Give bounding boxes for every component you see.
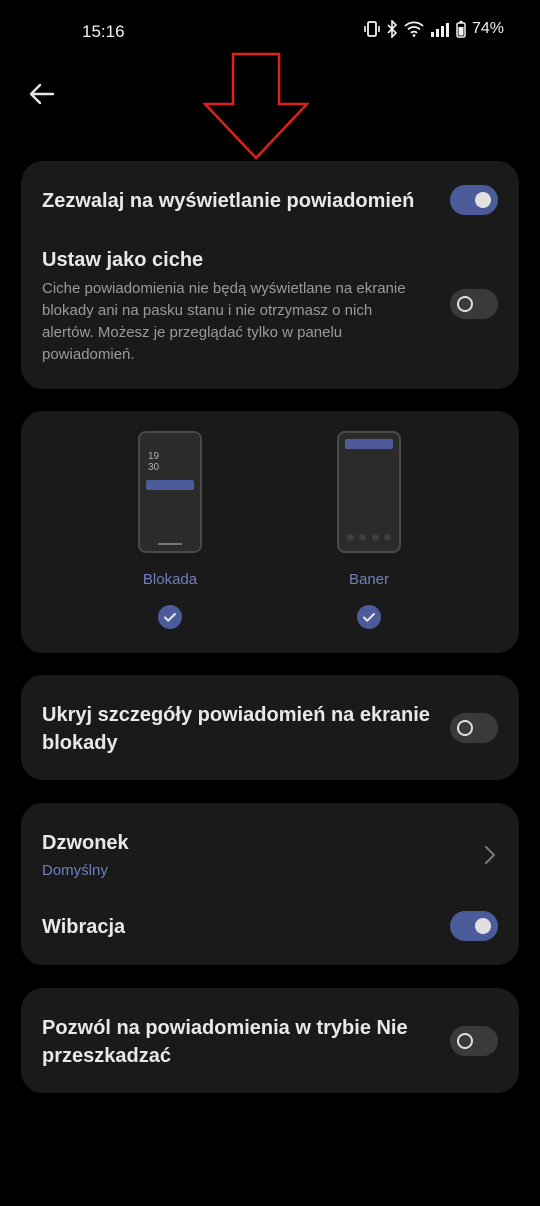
dnd-card[interactable]: Pozwól na powiadomienia w trybie Nie prz… <box>21 988 519 1093</box>
lockscreen-checkbox[interactable] <box>158 605 182 629</box>
check-icon <box>363 613 375 622</box>
preview-banner-bar <box>345 439 393 449</box>
toggle-knob <box>475 918 491 934</box>
silent-toggle[interactable] <box>450 289 498 319</box>
preview-notification-bar <box>146 480 194 490</box>
bluetooth-icon <box>387 20 398 38</box>
banner-preview[interactable] <box>337 431 401 553</box>
banner-checkbox[interactable] <box>357 605 381 629</box>
battery-icon <box>456 20 466 38</box>
status-time: 15:16 <box>82 22 125 41</box>
silent-description: Ciche powiadomienia nie będą wyświetlane… <box>42 280 406 363</box>
vibration-title: Wibracja <box>42 916 126 938</box>
preview-hour: 19 <box>148 451 160 462</box>
battery-percent: 74% <box>471 20 504 37</box>
allow-notifications-title: Zezwalaj na wyświetlanie powiadomień <box>42 190 415 212</box>
sound-card: Dzwonek Domyślny Wibracja <box>21 803 519 965</box>
ringtone-value: Domyślny <box>42 862 108 879</box>
hide-details-title: Ukryj szczegóły powiadomień na ekranie b… <box>42 704 430 754</box>
lockscreen-preview[interactable]: 19 30 <box>138 431 202 553</box>
toggle-knob <box>457 720 473 736</box>
toggle-knob <box>457 1033 473 1049</box>
notifications-card: Zezwalaj na wyświetlanie powiadomień Ust… <box>21 161 519 389</box>
check-icon <box>164 613 176 622</box>
banner-label: Baner <box>348 571 390 588</box>
dnd-title: Pozwól na powiadomienia w trybie Nie prz… <box>42 1017 408 1067</box>
red-arrow-annotation <box>203 52 310 160</box>
wifi-icon <box>404 21 424 37</box>
dnd-toggle[interactable] <box>450 1026 498 1056</box>
preview-home-indicator <box>158 543 182 545</box>
allow-notifications-toggle[interactable] <box>450 185 498 215</box>
silent-title: Ustaw jako ciche <box>42 249 204 271</box>
vibration-toggle[interactable] <box>450 911 498 941</box>
preview-minute: 30 <box>148 462 160 473</box>
hide-details-toggle[interactable] <box>450 713 498 743</box>
toggle-knob <box>457 296 473 312</box>
hide-details-card[interactable]: Ukryj szczegóły powiadomień na ekranie b… <box>21 675 519 780</box>
preview-dock <box>347 534 391 541</box>
lockscreen-label: Blokada <box>142 571 198 588</box>
preview-clock: 19 30 <box>148 451 159 473</box>
ringtone-row[interactable]: Dzwonek Domyślny <box>21 803 519 891</box>
toggle-knob <box>475 192 491 208</box>
ringtone-title: Dzwonek <box>42 832 129 854</box>
status-icons: 74% <box>364 20 504 38</box>
back-arrow-icon <box>29 83 55 105</box>
chevron-right-icon <box>485 846 495 864</box>
vibrate-icon <box>364 21 380 37</box>
display-style-card: 19 30 Blokada Baner <box>21 411 519 653</box>
back-button[interactable] <box>28 80 56 108</box>
signal-icon <box>430 23 449 37</box>
